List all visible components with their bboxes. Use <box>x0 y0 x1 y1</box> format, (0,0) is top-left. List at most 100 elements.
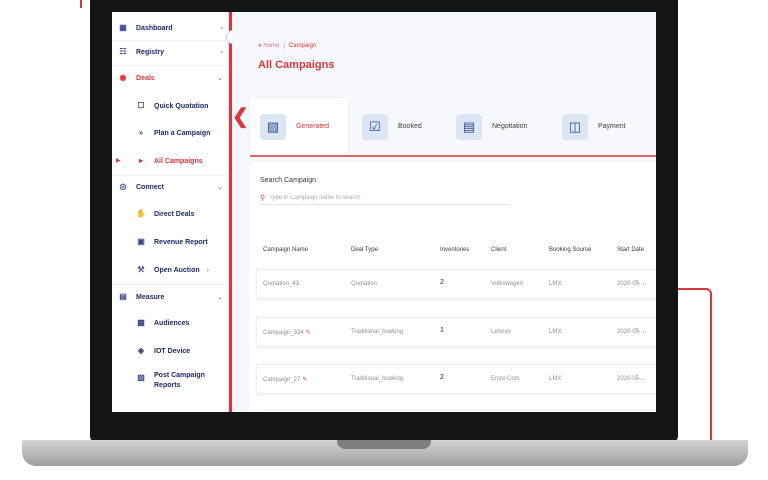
tab-generated[interactable]: ▨ Generated <box>250 98 348 155</box>
double-chevron-icon: » <box>138 128 144 137</box>
column-header-deal-type: Deal Type <box>351 247 378 253</box>
search-label: Search Campaign <box>260 177 317 184</box>
sidebar-item-open-auction[interactable]: ⚒ Open Auction › <box>112 261 229 279</box>
search-box: ⚲ <box>260 191 510 205</box>
deals-icon: ◉ <box>119 73 127 82</box>
cell-client: Emre Cors <box>491 376 520 382</box>
cell-campaign-name-text: Campaign_324 <box>263 330 304 336</box>
sidebar-item-audiences[interactable]: ▩ Audiences <box>112 314 229 332</box>
sidebar-item-plan-campaign[interactable]: » Plan a Campaign <box>112 124 229 142</box>
edit-icon[interactable]: ✎ <box>306 330 311 336</box>
sidebar-divider <box>112 65 229 66</box>
cell-deal-type: Traditional_booking <box>351 329 404 335</box>
sidebar-item-label: Quick Quotation <box>154 102 209 110</box>
package-icon: ◫ <box>562 113 588 140</box>
tabs-underline <box>250 155 656 157</box>
cell-inventories: 2 <box>440 279 444 286</box>
sidebar-item-revenue-report[interactable]: ▣ Revenue Report <box>112 233 229 251</box>
tab-label: Payment <box>598 123 626 130</box>
sidebar-divider <box>112 175 229 176</box>
table-row[interactable]: Campaign_27 ✎ Traditional_booking 2 Emre … <box>256 364 656 394</box>
device-icon: ◈ <box>137 346 145 355</box>
booked-doc-icon: ☑ <box>362 113 388 140</box>
audience-icon: ▩ <box>137 318 145 327</box>
edit-icon[interactable]: ✎ <box>302 377 307 383</box>
sidebar-item-label: Post Campaign Reports <box>154 372 205 389</box>
sidebar-item-dashboard[interactable]: ▦ Dashboard › <box>112 19 229 37</box>
tab-negotiation[interactable]: ▤ Negotiation <box>446 98 552 155</box>
page-title: All Campaigns <box>258 59 335 71</box>
sidebar-item-label: Dashboard <box>136 24 173 32</box>
cell-campaign-name[interactable]: Campaign_324 ✎ <box>263 329 311 336</box>
sidebar-item-label: Revenue Report <box>154 238 208 246</box>
sidebar-item-post-campaign-reports[interactable]: ▨ Post Campaign Reports <box>112 371 229 395</box>
auction-icon: ⚒ <box>137 265 145 274</box>
sidebar-item-label: Measure <box>136 293 165 301</box>
tab-booked[interactable]: ☑ Booked <box>352 98 442 155</box>
tab-label: Booked <box>398 123 422 130</box>
cell-campaign-name[interactable]: Campaign_27 ✎ <box>263 376 307 383</box>
column-header-campaign-name: Campaign Name <box>263 247 309 253</box>
cell-start-date: 2020-05-... <box>617 376 647 382</box>
sidebar-item-label: IOT Device <box>154 347 191 355</box>
table-row[interactable]: 1 <box>256 410 656 412</box>
chevron-down-icon: ⌄ <box>217 294 223 301</box>
hand-icon: ✋ <box>136 209 146 218</box>
sidebar-item-label: Plan a Campaign <box>154 129 211 137</box>
sidebar-divider <box>112 40 229 41</box>
campaign-list-card: Search Campaign ⚲ Campaign Name Deal Typ… <box>250 162 656 412</box>
cell-client: Volkswagen <box>491 281 524 287</box>
cell-inventories: 1 <box>440 327 444 334</box>
registry-icon: ☷ <box>119 47 127 56</box>
breadcrumb-home[interactable]: ● Home <box>258 43 279 49</box>
search-icon: ⚲ <box>260 194 266 202</box>
chevron-right-icon: › <box>220 48 223 56</box>
sidebar-item-label: Registry <box>136 48 165 56</box>
sidebar-item-label: Deals <box>136 74 155 82</box>
briefcase-icon: ▨ <box>260 113 286 140</box>
sidebar-item-direct-deals[interactable]: ✋ Direct Deals <box>112 205 229 223</box>
connect-icon: ◎ <box>119 182 127 191</box>
cell-deal-type: Quotation <box>351 281 378 287</box>
column-header-start-date: Start Date <box>617 247 645 253</box>
cell-client: Lenovo <box>491 329 511 335</box>
quotation-icon: ☐ <box>137 101 145 110</box>
search-input[interactable] <box>269 194 500 201</box>
column-header-client: Client <box>491 247 507 253</box>
sidebar-item-all-campaigns[interactable]: ▸ All Campaigns <box>112 152 229 170</box>
sidebar-item-quick-quotation[interactable]: ☐ Quick Quotation <box>112 97 229 115</box>
sidebar-item-measure[interactable]: ▤ Measure ⌄ <box>112 288 229 306</box>
sidebar-item-label: All Campaigns <box>154 157 203 165</box>
negotiation-doc-icon: ▤ <box>456 113 482 140</box>
breadcrumb: ● Home | Campaign <box>258 43 316 49</box>
cell-deal-type: Traditional_booking <box>351 376 404 382</box>
cell-booking-source: LMX <box>549 376 562 382</box>
sidebar-item-registry[interactable]: ☷ Registry › <box>112 43 229 61</box>
sidebar-item-label: Open Auction <box>154 266 200 274</box>
tab-label: Generated <box>296 123 330 130</box>
column-header-booking-source: Booking Source <box>549 247 592 253</box>
chevron-right-icon: › <box>206 266 209 274</box>
breadcrumb-home-label: Home <box>263 43 280 49</box>
table-row[interactable]: Campaign_324 ✎ Traditional_booking 1 Leno… <box>256 317 656 347</box>
tabs-prev-arrow-icon[interactable]: ❮ <box>232 107 249 127</box>
sidebar-item-connect[interactable]: ◎ Connect ⌄ <box>112 178 229 196</box>
megaphone-icon: ▸ <box>138 156 143 165</box>
breadcrumb-current: Campaign <box>288 43 317 49</box>
cell-booking-source: LMX <box>549 281 562 287</box>
sidebar-item-iot-device[interactable]: ◈ IOT Device <box>112 342 229 360</box>
cell-inventories: 2 <box>440 374 444 381</box>
dashboard-icon: ▦ <box>119 23 127 32</box>
sidebar-divider <box>112 284 229 285</box>
cell-campaign-name: Quotation_43 <box>263 281 300 287</box>
app-screen: ▦ Dashboard › ☷ Registry › ◉ Deals ⌄ ☐ Q… <box>112 12 656 412</box>
post-report-icon: ▨ <box>137 373 145 382</box>
cell-start-date: 2020-05-... <box>617 281 647 287</box>
report-icon: ▣ <box>137 237 145 246</box>
table-row[interactable]: Quotation_43 Quotation 2 Volkswagen LMX … <box>256 269 656 299</box>
tab-payment[interactable]: ◫ Payment <box>552 98 648 155</box>
chevron-down-icon: ⌄ <box>217 184 223 191</box>
sidebar-item-deals[interactable]: ◉ Deals ⌄ <box>112 69 229 87</box>
sidebar-item-label: Connect <box>136 183 164 191</box>
cell-campaign-name-text: Campaign_27 <box>263 377 301 383</box>
